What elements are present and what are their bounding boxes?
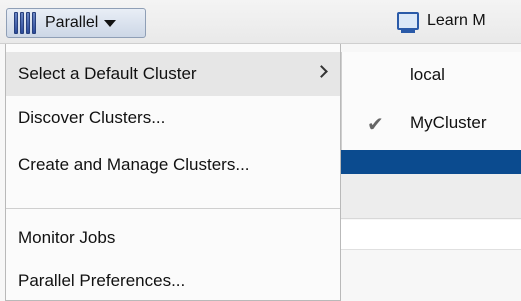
menu-item-label: Parallel Preferences... (18, 271, 186, 290)
menu-item-parallel-preferences[interactable]: Parallel Preferences... (6, 259, 340, 301)
background-row (340, 174, 521, 219)
parallel-icon (11, 12, 39, 34)
parallel-button-label: Parallel (45, 14, 99, 31)
submenu-item-label: MyCluster (410, 113, 487, 132)
menu-item-select-default-cluster[interactable]: Select a Default Cluster (6, 52, 340, 96)
background-row (340, 220, 521, 250)
menu-item-label: Select a Default Cluster (18, 64, 197, 83)
toolbar: Parallel Learn M (0, 0, 521, 44)
submenu-item-mycluster[interactable]: ✔ MyCluster (342, 100, 521, 146)
learn-button-label: Learn M (427, 12, 486, 29)
parallel-dropdown-menu: Select a Default Cluster Discover Cluste… (5, 44, 341, 301)
menu-separator (6, 208, 340, 209)
default-cluster-submenu: local ✔ MyCluster (341, 52, 521, 150)
menu-item-monitor-jobs[interactable]: Monitor Jobs (6, 216, 340, 260)
parallel-menu-button[interactable]: Parallel (6, 8, 146, 38)
menu-item-discover-clusters[interactable]: Discover Clusters... (6, 96, 340, 140)
menu-item-label: Discover Clusters... (18, 108, 166, 127)
chevron-right-icon (315, 65, 328, 78)
background-selected-row (340, 150, 521, 174)
checkmark-icon: ✔ (367, 114, 384, 136)
menu-item-create-manage-clusters[interactable]: Create and Manage Clusters... (6, 143, 340, 187)
menu-item-label: Create and Manage Clusters... (18, 155, 250, 174)
submenu-item-label: local (410, 65, 445, 84)
learn-button[interactable]: Learn M (397, 12, 486, 33)
monitor-icon (397, 12, 419, 33)
menu-item-label: Monitor Jobs (18, 228, 116, 247)
submenu-item-local[interactable]: local (342, 52, 521, 98)
chevron-down-icon (104, 19, 117, 27)
